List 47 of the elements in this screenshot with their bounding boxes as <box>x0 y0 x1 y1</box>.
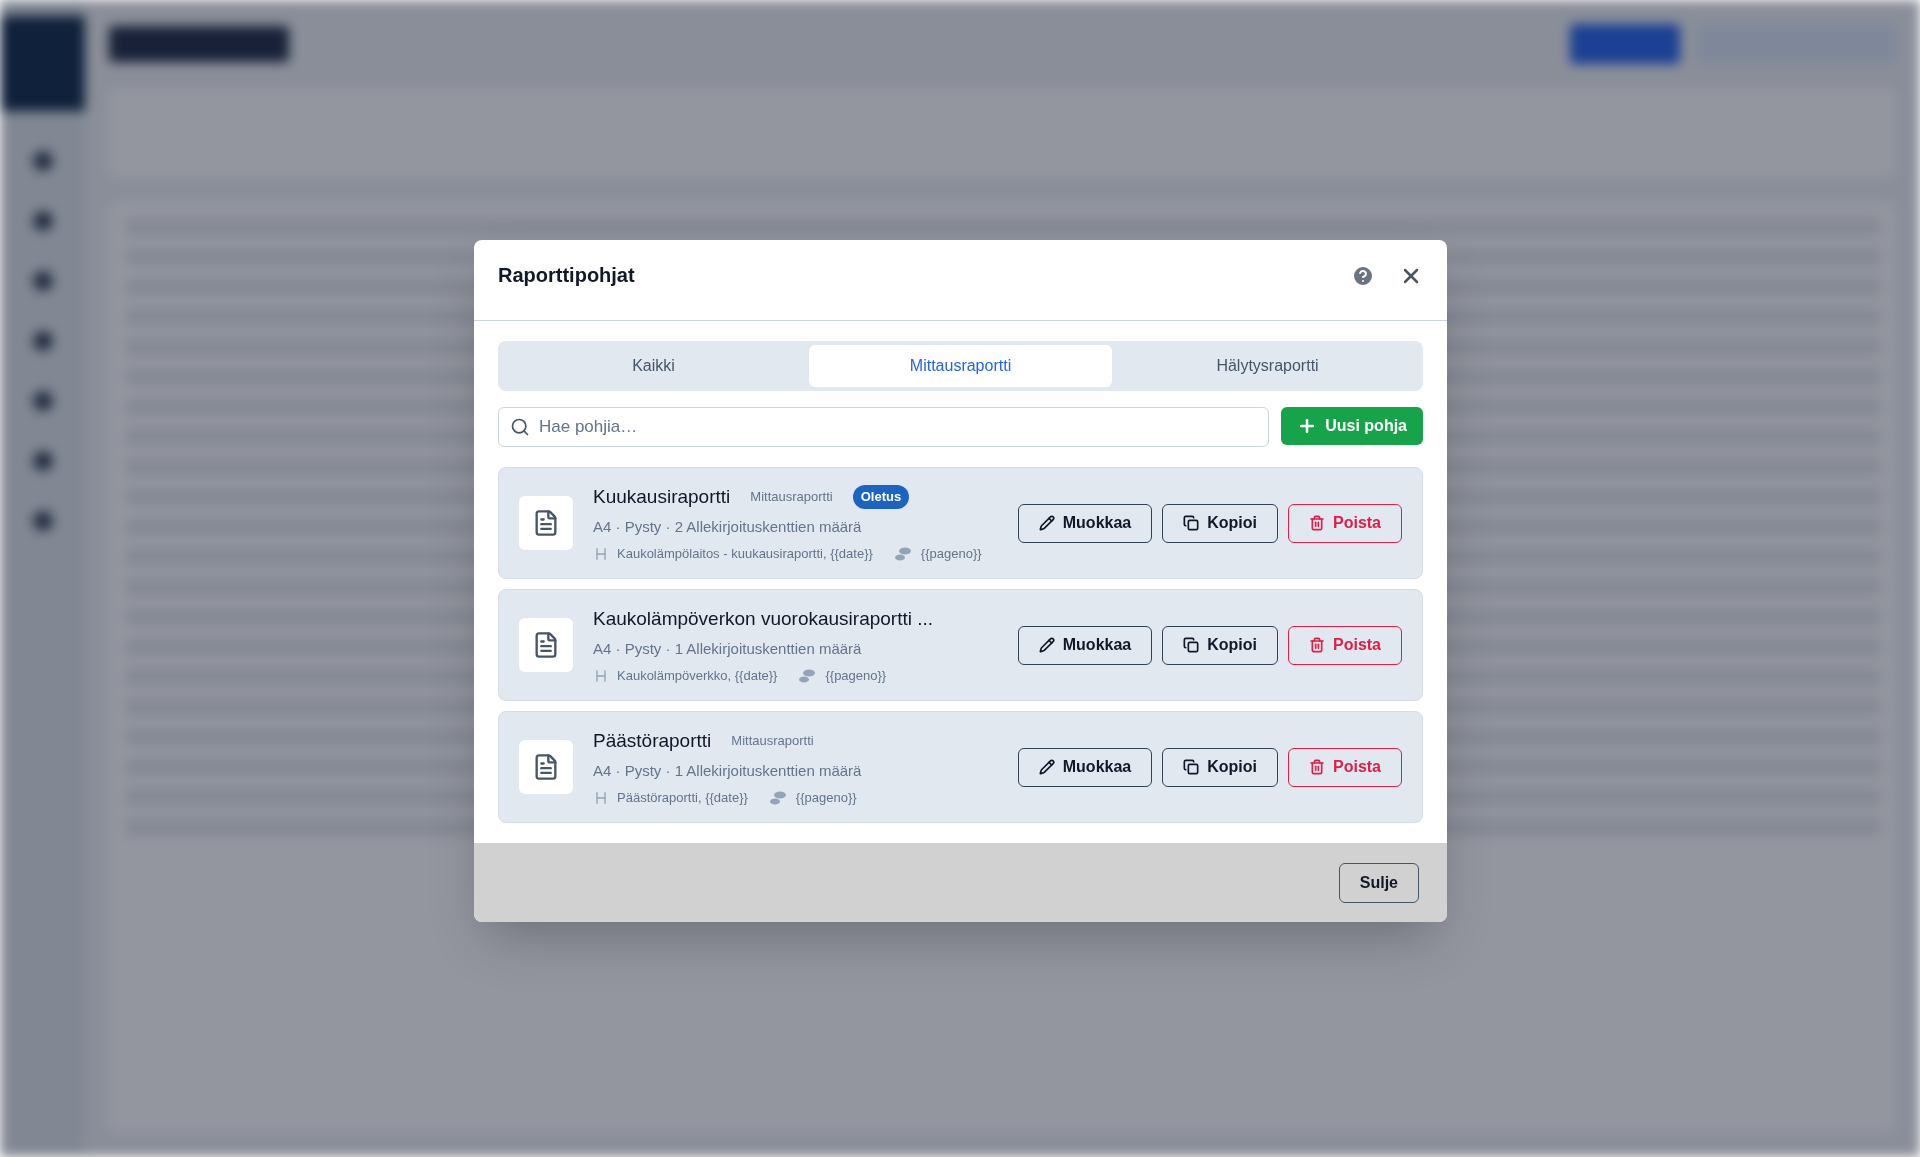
header-text: Päästöraportti, {{date}} <box>617 788 748 807</box>
copy-icon <box>1183 759 1200 775</box>
heading-icon <box>593 667 609 684</box>
pencil-icon <box>1038 515 1055 531</box>
footer-text: {{pageno}} <box>920 544 982 563</box>
search-field[interactable]: Hae pohjia… <box>498 407 1270 447</box>
tab[interactable]: Hälytysraportti <box>1116 345 1419 387</box>
pencil-icon <box>1038 759 1055 775</box>
trash-icon <box>1309 759 1325 775</box>
pdf-file-icon <box>519 740 573 794</box>
copy-button[interactable]: Kopioi <box>1162 503 1278 543</box>
edit-button[interactable]: Muokkaa <box>1017 625 1153 665</box>
heading-icon <box>593 789 609 806</box>
header-text: Kaukolämpöverkko, {{date}} <box>617 666 778 685</box>
copy-icon <box>1183 637 1200 653</box>
delete-button[interactable]: Poista <box>1288 747 1402 787</box>
template-details: A4 · Pysty · 1 Allekirjoituskenttien määrä <box>593 639 863 660</box>
template-details: A4 · Pysty · 1 Allekirjoituskenttien määrä <box>593 761 863 782</box>
search-icon <box>510 417 530 437</box>
tab[interactable]: Kaikki <box>502 345 805 387</box>
edit-button[interactable]: Muokkaa <box>1017 747 1153 787</box>
default-badge: Oletus <box>852 485 910 509</box>
template-name: Kaukolämpöverkon vuorokausiraportti ... <box>593 606 934 631</box>
template-name: Päästöraportti <box>593 728 712 753</box>
header-text: Kaukolämpölaitos - kuukausiraportti, {{date}} <box>617 544 873 563</box>
template-type: Mittausraportti <box>749 488 834 507</box>
edit-button[interactable]: Muokkaa <box>1017 503 1153 543</box>
pdf-file-icon <box>519 496 573 550</box>
tab[interactable]: Mittausraportti <box>809 345 1112 387</box>
help-icon[interactable] <box>1351 264 1375 288</box>
dialog-title: Raporttipohjat <box>498 263 635 288</box>
template-name: Kuukausiraportti <box>593 484 731 509</box>
trash-icon <box>1309 515 1325 531</box>
trash-icon <box>1309 637 1325 653</box>
pencil-icon <box>1038 637 1055 653</box>
pdf-file-icon <box>519 618 573 672</box>
close-button[interactable]: Sulje <box>1338 862 1419 903</box>
footer-text: {{pageno}} <box>795 788 857 807</box>
delete-button[interactable]: Poista <box>1288 625 1402 665</box>
copy-button[interactable]: Kopioi <box>1162 625 1278 665</box>
delete-button[interactable]: Poista <box>1288 503 1402 543</box>
heading-icon <box>593 545 609 562</box>
template-type: Mittausraportti <box>730 732 815 751</box>
copy-button[interactable]: Kopioi <box>1162 747 1278 787</box>
footer-text: {{pageno}} <box>825 666 887 685</box>
copy-icon <box>1183 515 1200 531</box>
template-details: A4 · Pysty · 2 Allekirjoituskenttien määrä <box>593 517 863 538</box>
